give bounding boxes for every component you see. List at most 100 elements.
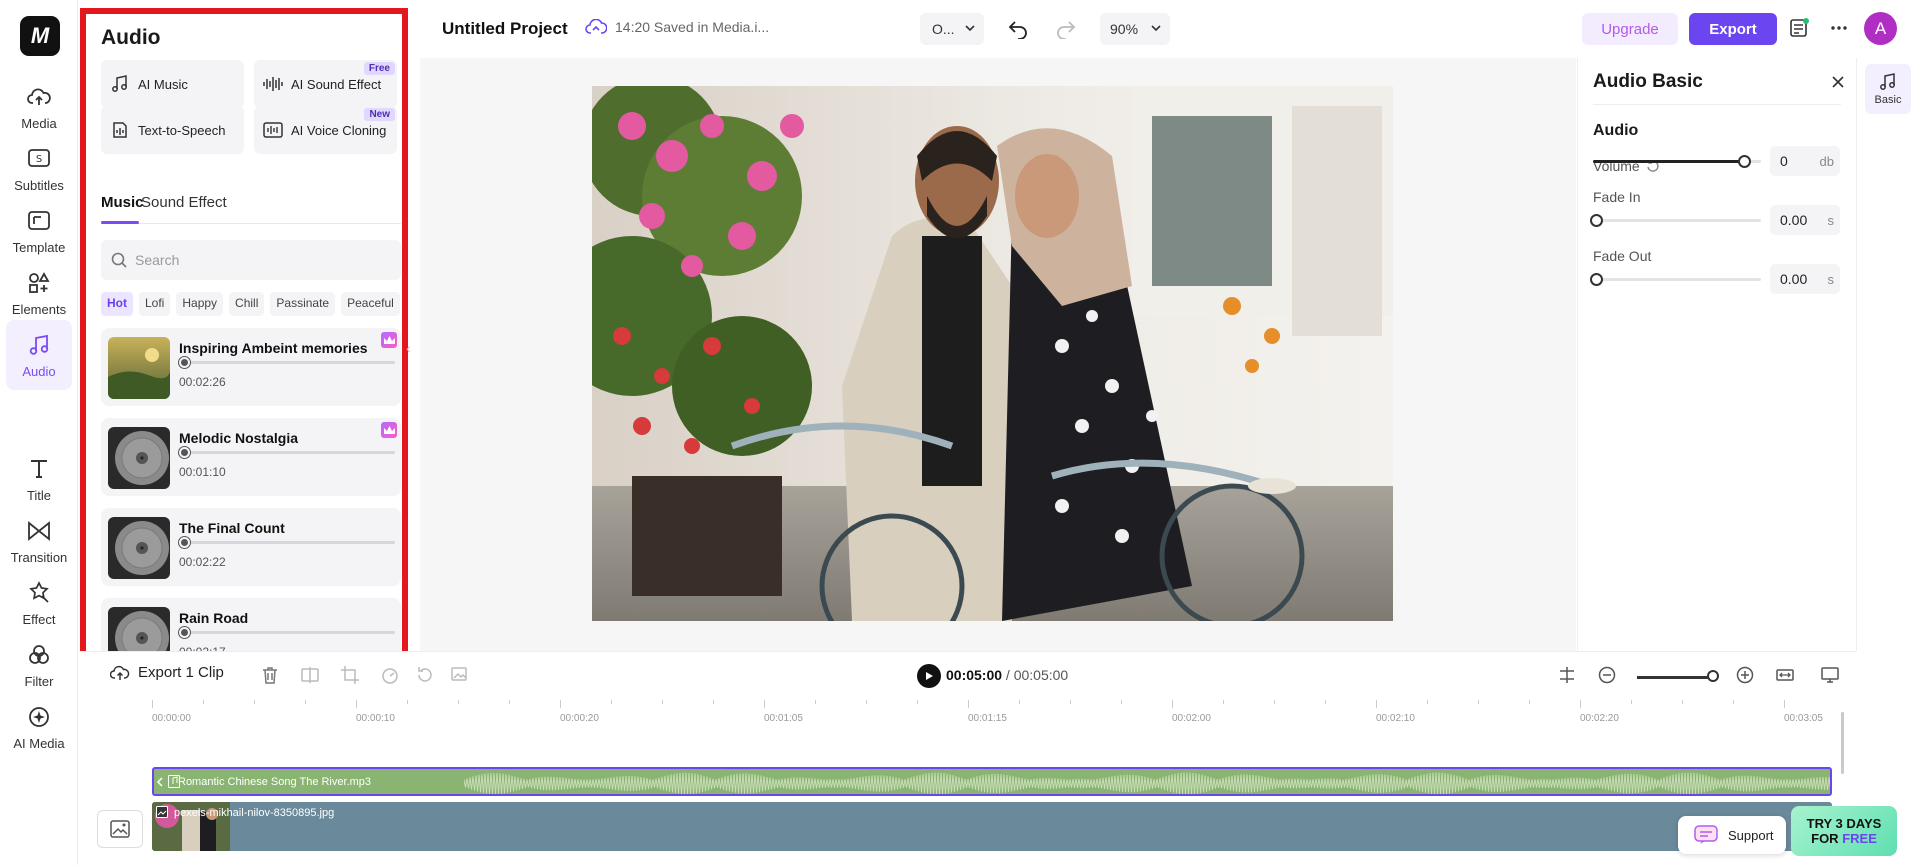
audio-basic-panel: Audio Basic Audio Volume 0 db Fade In 0.… — [1577, 58, 1855, 651]
waveform-icon — [263, 74, 283, 94]
fade-in-slider[interactable] — [1590, 214, 1761, 227]
nav-item-audio[interactable]: Audio — [6, 320, 72, 390]
chevron-left-icon[interactable] — [156, 777, 164, 787]
song-progress-handle[interactable] — [179, 627, 190, 638]
volume-input[interactable]: 0 db — [1770, 146, 1840, 176]
fade-out-input[interactable]: 0.00 s — [1770, 264, 1840, 294]
timeline-zoom-handle[interactable] — [1707, 670, 1719, 682]
ai-music-button[interactable]: AI Music — [101, 60, 244, 108]
chat-support-icon — [1694, 825, 1718, 844]
song-progress-handle[interactable] — [179, 357, 190, 368]
zoom-in-icon[interactable] — [1735, 665, 1755, 685]
fade-in-input[interactable]: 0.00 s — [1770, 205, 1840, 235]
fade-out-slider-handle[interactable] — [1590, 273, 1603, 286]
export-button[interactable]: Export — [1689, 13, 1777, 45]
add-media-button[interactable] — [97, 810, 143, 848]
image-icon — [110, 820, 130, 838]
play-button[interactable] — [917, 664, 941, 688]
chip-happy[interactable]: Happy — [176, 292, 224, 316]
close-icon[interactable] — [1830, 74, 1846, 90]
upgrade-button[interactable]: Upgrade — [1582, 13, 1678, 45]
more-options-icon[interactable] — [1828, 17, 1850, 39]
ruler-tick-label: 00:00:20 — [560, 713, 599, 724]
tab-sound-effect[interactable]: Sound Effect — [141, 194, 227, 211]
basic-tab-button[interactable]: Basic — [1865, 64, 1911, 114]
replace-image-icon[interactable] — [450, 665, 470, 685]
video-clip-name: pexels-mikhail-nilov-8350895.jpg — [174, 807, 335, 819]
export-clip-label: Export 1 Clip — [138, 664, 224, 681]
ruler-minor-tick — [1121, 700, 1122, 704]
song-item[interactable]: Inspiring Ambeint memories 00:02:26 — [101, 328, 401, 406]
nav-item-title[interactable]: Title — [0, 444, 78, 514]
redo-icon[interactable] — [1055, 17, 1077, 39]
ruler-tick-label: 00:00:10 — [356, 713, 395, 724]
volume-slider[interactable] — [1593, 155, 1761, 168]
chip-passinate[interactable]: Passinate — [270, 292, 336, 316]
ai-voice-cloning-button[interactable]: AI Voice Cloning New — [254, 106, 397, 154]
chip-lofi[interactable]: Lofi — [139, 292, 171, 316]
export-clip-button[interactable]: Export 1 Clip — [110, 664, 224, 681]
undo-icon[interactable] — [1007, 17, 1029, 39]
timeline-scrollbar[interactable] — [1841, 712, 1844, 774]
search-icon — [111, 252, 127, 268]
volume-slider-handle[interactable] — [1738, 155, 1752, 168]
nav-item-template[interactable]: Template — [0, 196, 78, 266]
nav-item-subtitles[interactable]: S Subtitles — [0, 134, 78, 204]
split-icon[interactable] — [300, 665, 320, 685]
ai-sound-effect-button[interactable]: AI Sound Effect Free — [254, 60, 397, 108]
free-trial-promo[interactable]: TRY 3 DAYS FOR FREE — [1791, 806, 1897, 856]
chip-peaceful[interactable]: Peaceful — [341, 292, 400, 316]
timeline-ruler[interactable]: 00:00:00 00:00:10 00:00:20 00:01:05 00:01:15… — [152, 700, 1842, 724]
text-to-speech-icon — [110, 120, 130, 140]
timeline-zoom-slider[interactable] — [1637, 676, 1713, 679]
song-item[interactable]: Rain Road 00:02:17 — [101, 598, 401, 653]
text-to-speech-button[interactable]: Text-to-Speech — [101, 106, 244, 154]
preview-image[interactable] — [592, 86, 1393, 621]
song-item[interactable]: Melodic Nostalgia 00:01:10 — [101, 418, 401, 496]
template-icon — [26, 208, 52, 234]
nav-item-ai-media[interactable]: AI Media — [0, 692, 78, 762]
svg-text:S: S — [36, 154, 42, 165]
tab-music[interactable]: Music — [101, 194, 144, 211]
nav-item-effect[interactable]: Effect — [0, 568, 78, 638]
nav-label: Effect — [22, 611, 56, 627]
monitor-icon[interactable] — [1820, 665, 1840, 685]
premium-crown-icon — [381, 332, 397, 348]
snap-icon[interactable] — [1557, 665, 1577, 685]
reverse-icon[interactable] — [415, 665, 435, 685]
crop-icon[interactable] — [340, 665, 360, 685]
video-clip[interactable]: pexels-mikhail-nilov-8350895.jpg — [152, 802, 1832, 851]
fade-in-slider-handle[interactable] — [1590, 214, 1603, 227]
song-duration: 00:02:26 — [179, 375, 226, 389]
nav-label: AI Media — [13, 735, 65, 751]
app-logo[interactable]: M — [20, 16, 60, 56]
search-input[interactable] — [135, 252, 385, 268]
chip-chill[interactable]: Chill — [229, 292, 265, 316]
nav-item-filter[interactable]: Filter — [0, 630, 78, 700]
project-title[interactable]: Untitled Project — [442, 19, 568, 39]
chip-hot[interactable]: Hot — [101, 292, 133, 316]
nav-label: Subtitles — [14, 177, 64, 193]
fade-out-slider[interactable] — [1590, 273, 1761, 286]
elements-icon — [26, 270, 52, 296]
song-progress-handle[interactable] — [179, 537, 190, 548]
audio-clip[interactable]: Romantic Chinese Song The River.mp3 — [152, 767, 1832, 796]
zoom-out-icon[interactable] — [1597, 665, 1617, 685]
song-progress-handle[interactable] — [179, 447, 190, 458]
effect-icon — [26, 580, 52, 606]
song-item[interactable]: The Final Count 00:02:22 — [101, 508, 401, 586]
nav-item-transition[interactable]: Transition — [0, 506, 78, 576]
panel-title: Audio Basic — [1593, 71, 1703, 92]
panel-collapse-icon[interactable]: ‹ — [406, 340, 418, 370]
aspect-ratio-select[interactable]: O... — [920, 13, 984, 45]
delete-icon[interactable] — [260, 665, 280, 685]
speed-icon[interactable] — [380, 665, 400, 685]
user-avatar[interactable]: A — [1864, 12, 1897, 45]
nav-item-media[interactable]: Media — [0, 72, 78, 142]
save-status: 14:20 Saved in Media.i... — [585, 19, 769, 35]
nav-item-elements[interactable]: Elements — [0, 258, 78, 328]
fit-timeline-icon[interactable] — [1775, 665, 1795, 685]
tasks-icon[interactable] — [1788, 17, 1810, 39]
support-button[interactable]: Support — [1678, 816, 1786, 854]
zoom-select[interactable]: 90% — [1100, 13, 1170, 45]
